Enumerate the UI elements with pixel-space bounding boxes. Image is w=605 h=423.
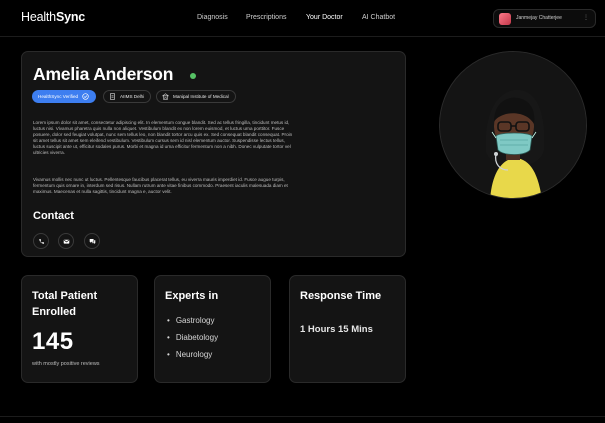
badge-aiims-label: AIIMS Delhi [120, 94, 145, 99]
nav-prescriptions[interactable]: Prescriptions [246, 14, 286, 21]
response-time-card: Response Time 1 Hours 15 Mins [289, 275, 406, 383]
verified-check-icon [82, 93, 89, 100]
patients-title: Total Patient Enrolled [32, 288, 97, 320]
nav-diagnosis[interactable]: Diagnosis [197, 14, 228, 21]
response-value: 1 Hours 15 Mins [300, 324, 373, 335]
contact-heading: Contact [33, 210, 74, 222]
expertise-title: Experts in [165, 290, 219, 302]
online-status-dot [190, 73, 196, 79]
badge-verified-label: HealthSync Verified [38, 94, 79, 99]
patients-count: 145 [32, 328, 74, 355]
mail-icon [63, 239, 69, 244]
expertise-card: Experts in Gastrology Diabetology Neurol… [154, 275, 271, 383]
expertise-item: Gastrology [167, 316, 215, 325]
call-button[interactable] [33, 233, 49, 249]
expertise-item: Neurology [167, 350, 212, 359]
brand-bold: Sync [55, 10, 86, 24]
expertise-item: Diabetology [167, 333, 218, 342]
more-icon[interactable]: ⋮ [583, 14, 589, 21]
user-name: Janmejay Chatterjee [516, 15, 562, 21]
patients-title-line-1: Total Patient [32, 290, 98, 302]
patients-title-line-2: Enrolled [32, 306, 77, 318]
building-icon [162, 93, 169, 100]
badge-verified: HealthSync Verified [32, 90, 97, 103]
doctor-avatar [439, 51, 587, 199]
user-menu[interactable]: Janmejay Chatterjee ⋮ [493, 9, 596, 28]
bio-paragraph-2: Vivamus mollis nec nunc ut luctus. Pelle… [33, 177, 288, 195]
message-button[interactable] [84, 233, 100, 249]
brand-light: Health [21, 10, 56, 24]
badge-manipal: Manipal Institute of Medical [156, 90, 236, 103]
bio-paragraph-1: Lorem ipsum dolor sit amet, consectetur … [33, 120, 293, 156]
chat-icon [89, 238, 95, 244]
nav-ai-chatbot[interactable]: AI Chatbot [362, 14, 395, 21]
email-button[interactable] [58, 233, 74, 249]
badge-manipal-label: Manipal Institute of Medical [173, 94, 229, 99]
phone-icon [38, 238, 44, 244]
response-title: Response Time [300, 290, 382, 302]
user-avatar [499, 13, 511, 25]
brand-logo[interactable]: HealthSync [21, 10, 85, 24]
top-bar: HealthSync Diagnosis Prescriptions Your … [0, 0, 605, 37]
document-icon [109, 93, 116, 100]
patients-subtitle: with mostly positive reviews [32, 361, 100, 367]
doctor-profile-card: Amelia Anderson HealthSync Verified AIIM… [21, 51, 406, 257]
footer-divider [0, 416, 605, 417]
doctor-illustration [440, 52, 586, 198]
nav-your-doctor[interactable]: Your Doctor [306, 14, 343, 21]
patients-enrolled-card: Total Patient Enrolled 145 with mostly p… [21, 275, 138, 383]
badge-aiims: AIIMS Delhi [103, 90, 152, 103]
doctor-name: Amelia Anderson [33, 64, 174, 84]
